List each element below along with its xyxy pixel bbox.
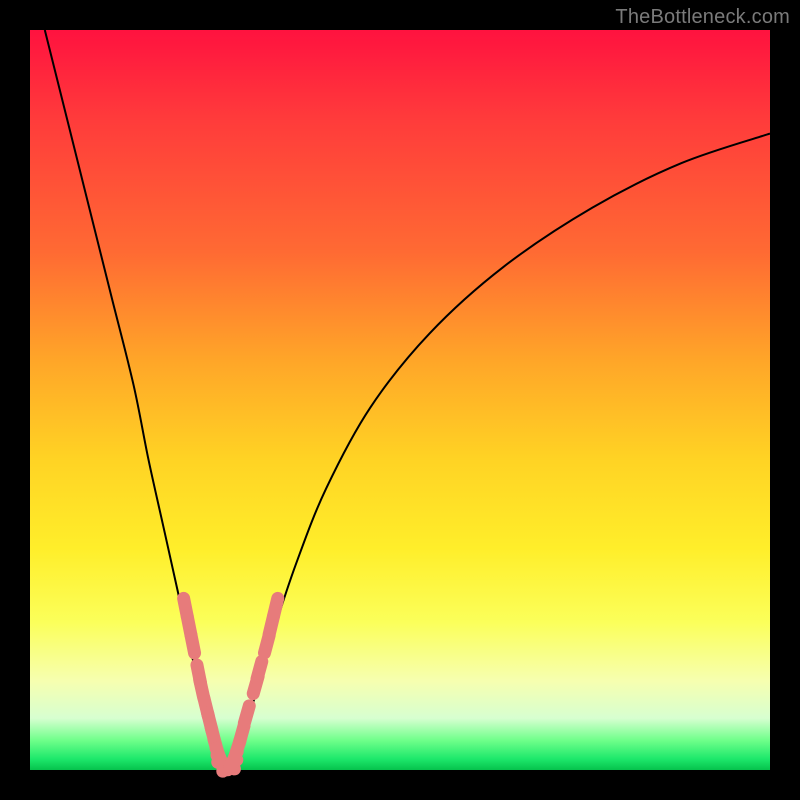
data-marker: [244, 706, 249, 723]
data-marker: [257, 661, 262, 678]
curve-right-branch: [230, 134, 770, 767]
curve-layer: [45, 30, 770, 766]
chart-frame: TheBottleneck.com: [0, 0, 800, 800]
data-marker: [191, 635, 195, 653]
marker-layer: [184, 598, 278, 771]
watermark-text: TheBottleneck.com: [615, 6, 790, 29]
data-marker: [274, 598, 278, 616]
chart-svg: [30, 30, 770, 770]
plot-area: [30, 30, 770, 770]
